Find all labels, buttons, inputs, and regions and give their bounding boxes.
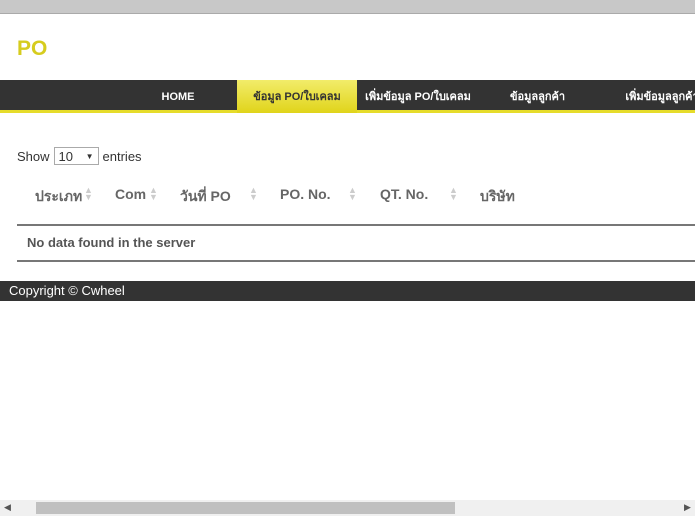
entries-label: entries — [102, 148, 142, 164]
scrollbar-thumb[interactable] — [36, 502, 455, 514]
sort-icon: ▲ ▼ — [449, 185, 458, 202]
page-title: PO — [17, 37, 48, 60]
sort-icon: ▲ ▼ — [348, 185, 357, 202]
table-header-divider — [17, 224, 695, 226]
nav-po-data[interactable]: ข้อมูล PO/ใบเคลม — [237, 80, 357, 113]
entries-length-control: Show 10 ▼ entries — [17, 147, 142, 165]
column-header-company[interactable]: บริษัท — [480, 186, 515, 208]
nav-home[interactable]: HOME — [150, 80, 206, 110]
nav-customer-data[interactable]: ข้อมูลลูกค้า — [495, 80, 580, 110]
sort-icon: ▲ ▼ — [149, 185, 158, 202]
scroll-left-icon[interactable]: ◀ — [4, 502, 11, 513]
scroll-right-icon[interactable]: ▶ — [684, 502, 691, 513]
empty-table-message: No data found in the server — [27, 235, 196, 250]
nav-add-po[interactable]: เพิ่มข้อมูล PO/ใบเคลม — [358, 80, 478, 110]
column-header-qt-no[interactable]: QT. No. — [380, 186, 428, 202]
column-header-po-date[interactable]: วันที่ PO — [180, 186, 231, 208]
browser-top-bar — [0, 0, 695, 14]
column-header-com[interactable]: Com — [115, 186, 146, 202]
main-nav: HOME ข้อมูล PO/ใบเคลม เพิ่มข้อมูล PO/ใบเ… — [0, 80, 695, 113]
footer: Copyright © Cwheel — [0, 281, 695, 301]
column-header-type[interactable]: ประเภท — [35, 186, 82, 208]
nav-add-customer[interactable]: เพิ่มข้อมูลลูกค้า — [612, 80, 695, 110]
table-bottom-divider — [17, 260, 695, 262]
copyright-text: Copyright © Cwheel — [9, 283, 125, 298]
sort-icon: ▲ ▼ — [84, 185, 93, 202]
dropdown-arrow-icon: ▼ — [85, 151, 94, 161]
entries-value: 10 — [58, 148, 73, 164]
entries-select[interactable]: 10 ▼ — [53, 147, 99, 165]
column-header-po-no[interactable]: PO. No. — [280, 186, 331, 202]
sort-icon: ▲ ▼ — [249, 185, 258, 202]
show-label: Show — [17, 148, 50, 164]
horizontal-scrollbar[interactable]: ◀ ▶ — [0, 500, 695, 516]
